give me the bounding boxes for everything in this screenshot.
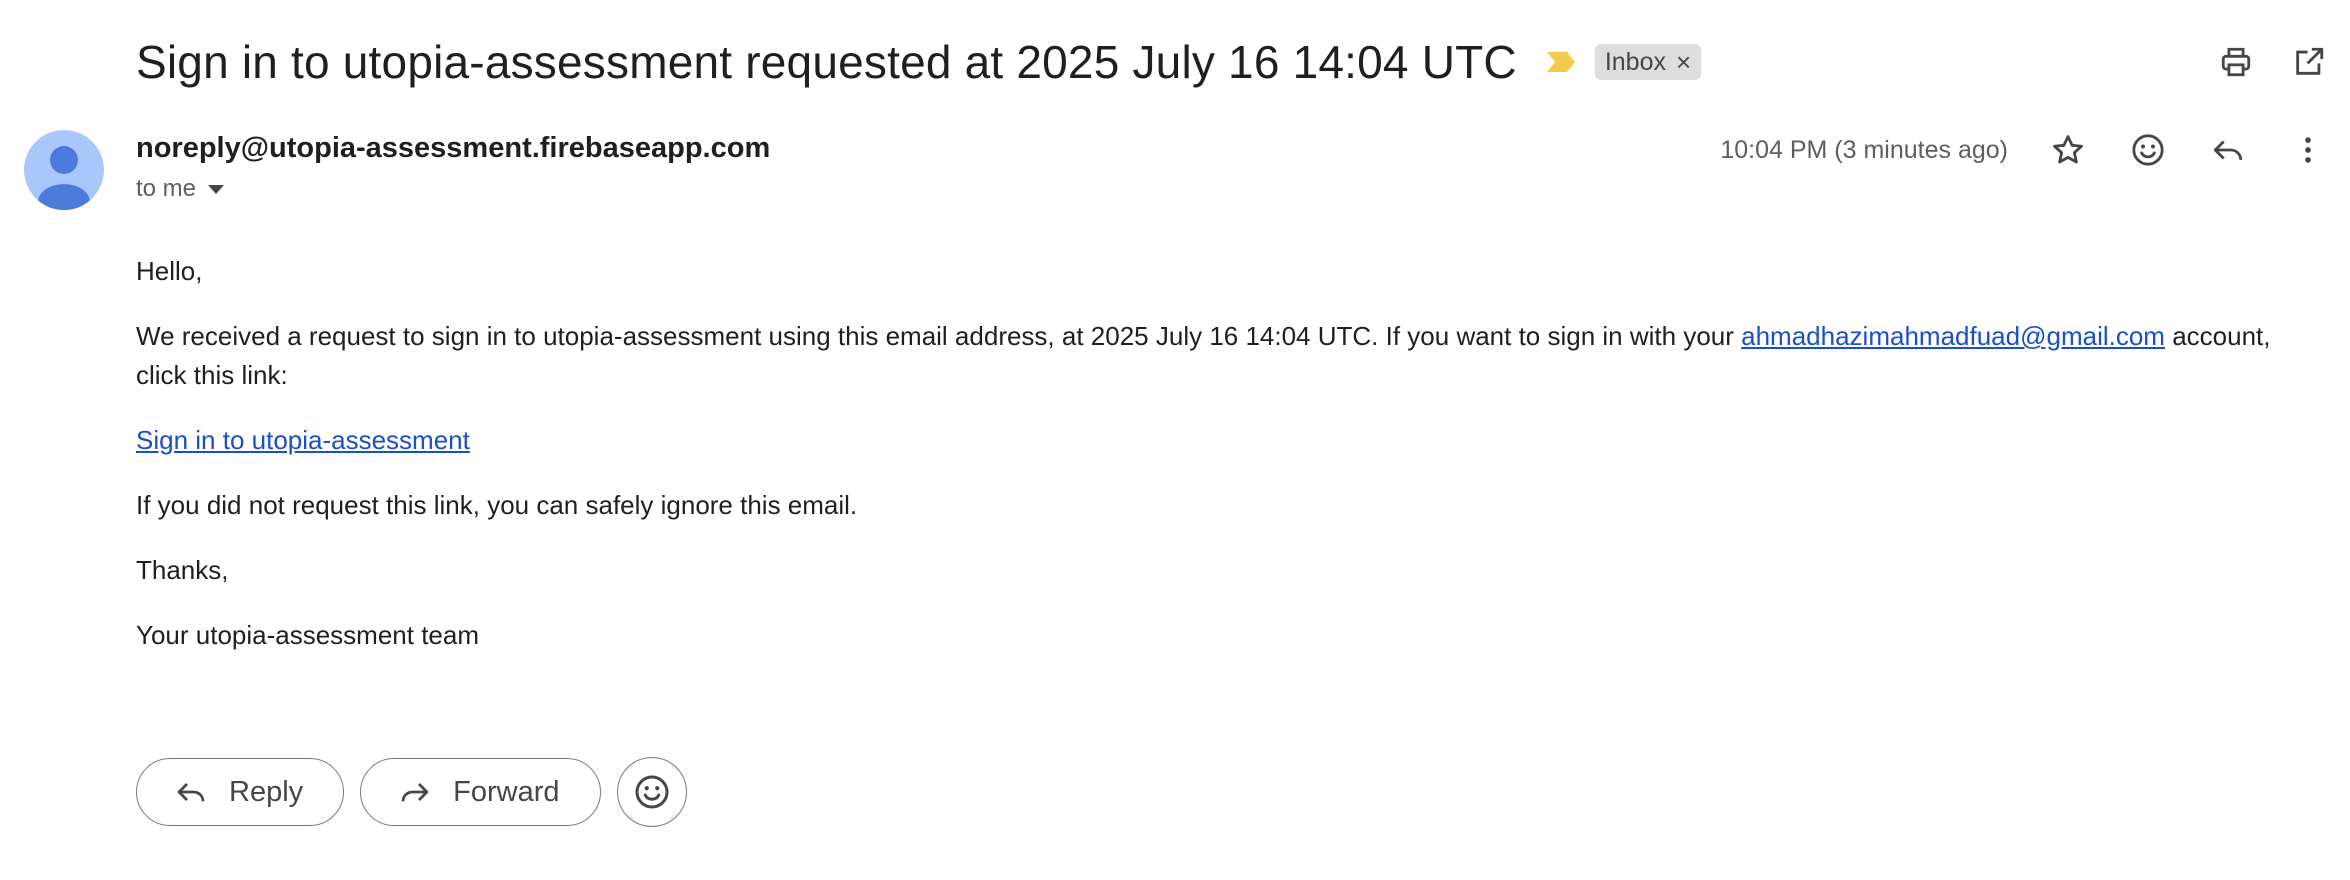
request-text-start: We received a request to sign in to utop… [136, 321, 1742, 351]
star-button[interactable] [2048, 130, 2088, 170]
inbox-label-chip: Inbox × [1594, 44, 1702, 80]
subject-row: Sign in to utopia-assessment requested a… [136, 30, 1702, 94]
more-vert-icon [2305, 137, 2311, 163]
importance-marker-icon[interactable] [1545, 50, 1577, 74]
sign-in-paragraph: Sign in to utopia-assessment [136, 421, 2286, 460]
reply-button[interactable]: Reply [136, 758, 345, 826]
open-in-new-window-button[interactable] [2289, 42, 2329, 82]
recipient-text: to me [136, 175, 197, 202]
more-options-button[interactable] [2288, 130, 2328, 170]
reply-icon-button[interactable] [2208, 130, 2248, 170]
emoji-icon [2132, 134, 2164, 166]
forward-icon [401, 783, 429, 802]
sender-address[interactable]: noreply@utopia-assessment.firebaseapp.co… [136, 132, 770, 165]
reply-icon [2213, 140, 2243, 161]
forward-button[interactable]: Forward [360, 758, 601, 826]
email-body: Hello, We received a request to sign in … [136, 252, 2286, 681]
reply-icon [177, 783, 205, 802]
star-icon [2053, 135, 2083, 164]
sign-in-link[interactable]: Sign in to utopia-assessment [136, 425, 470, 455]
print-button[interactable] [2216, 42, 2256, 82]
recipient-details[interactable]: to me [136, 175, 225, 203]
email-subject: Sign in to utopia-assessment requested a… [136, 36, 1517, 88]
signature: Your utopia-assessment team [136, 620, 480, 650]
open-in-new-window-icon [2296, 47, 2324, 75]
body-paragraph-request: We received a request to sign in to utop… [136, 317, 2286, 395]
remove-label-button[interactable]: × [1676, 47, 1691, 78]
thanks-line: Thanks, [136, 555, 229, 585]
greeting: Hello, [136, 256, 203, 286]
message-actions: Reply Forward [136, 757, 687, 827]
emoji-icon [635, 775, 669, 809]
label-text: Inbox [1604, 47, 1666, 76]
email-address-link[interactable]: ahmadhazimahmadfuad@gmail.com [1741, 321, 2165, 351]
person-icon [38, 146, 90, 210]
ignore-notice: If you did not request this link, you ca… [136, 490, 858, 520]
sender-avatar [24, 130, 104, 210]
emoji-reaction-button[interactable] [616, 757, 687, 827]
reply-button-label: Reply [229, 775, 304, 808]
chevron-down-icon[interactable] [208, 184, 225, 194]
add-reaction-button[interactable] [2128, 130, 2168, 170]
email-timestamp: 10:04 PM (3 minutes ago) [1720, 136, 2008, 164]
forward-button-label: Forward [453, 775, 560, 808]
print-icon [2221, 47, 2251, 77]
